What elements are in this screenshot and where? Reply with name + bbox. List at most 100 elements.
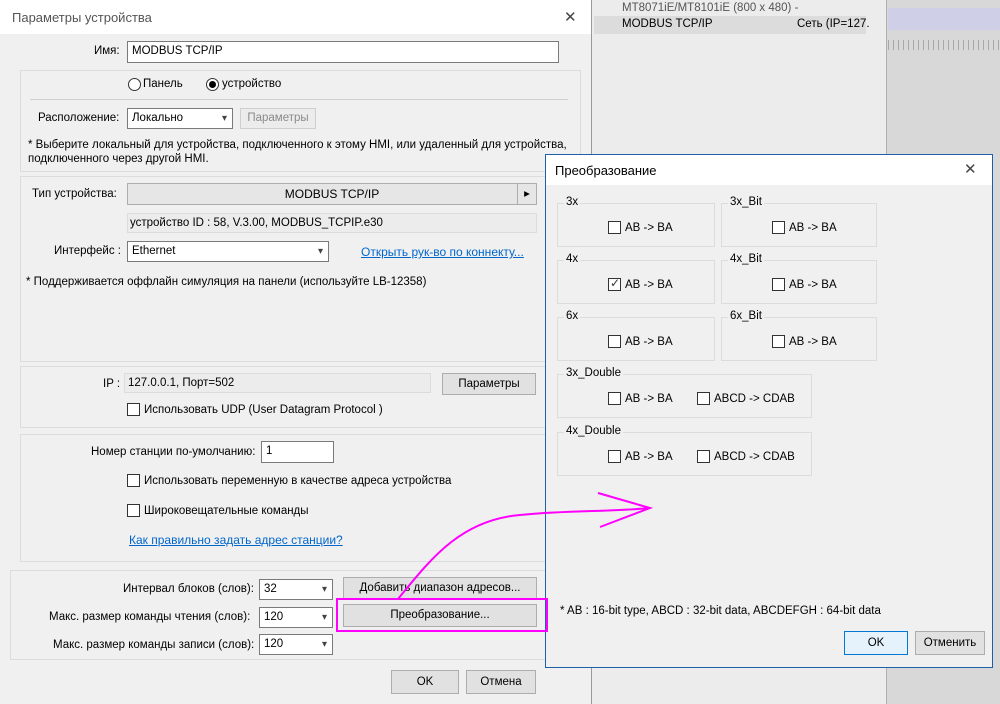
radio-device-label: устройство — [222, 78, 282, 90]
group-6x-title: 6x — [564, 310, 581, 322]
g3xd-abcd-cdab-label: ABCD -> CDAB — [714, 392, 795, 405]
location-label: Расположение: — [38, 112, 120, 124]
max-write-value: 120 — [264, 638, 284, 650]
group-3x-bit-title: 3x_Bit — [728, 196, 764, 208]
g3xd-abcd-cdab-row[interactable]: ABCD -> CDAB — [697, 392, 795, 405]
group-6x: 6x AB -> BA — [557, 310, 715, 361]
g3xd-ab-ba-checkbox[interactable] — [608, 392, 621, 405]
chevron-down-icon: ▾ — [321, 639, 327, 650]
cancel-button[interactable]: Отмена — [466, 670, 536, 694]
use-var-checkbox[interactable] — [127, 474, 140, 487]
g3x-ab-ba-label: AB -> BA — [625, 221, 673, 234]
interface-label: Интерфейс : — [54, 245, 121, 257]
udp-checkbox-row[interactable]: Использовать UDP (User Datagram Protocol… — [127, 403, 383, 416]
g4xd-abcd-cdab-row[interactable]: ABCD -> CDAB — [697, 450, 795, 463]
station-label: Номер станции по-умолчанию: — [91, 446, 256, 458]
g6x-ab-ba-row[interactable]: AB -> BA — [608, 335, 673, 348]
play-icon: ▸ — [517, 184, 536, 204]
group-6x-bit-title: 6x_Bit — [728, 310, 764, 322]
ip-params-button[interactable]: Параметры — [442, 373, 536, 395]
g4xd-ab-ba-row[interactable]: AB -> BA — [608, 450, 673, 463]
group-4x-double-title: 4x_Double — [564, 425, 623, 437]
group-3x-bit: 3x_Bit AB -> BA — [721, 196, 877, 247]
connector-manual-link[interactable]: Открыть рук-во по коннекту... — [361, 245, 524, 259]
g6x-ab-ba-checkbox[interactable] — [608, 335, 621, 348]
block-interval-select[interactable]: 32 ▾ — [259, 579, 333, 600]
name-input[interactable]: MODBUS TCP/IP — [127, 41, 559, 63]
g6xbit-ab-ba-checkbox[interactable] — [772, 335, 785, 348]
device-type-label: Тип устройства: — [32, 188, 117, 200]
device-type-value: MODBUS TCP/IP — [284, 187, 380, 201]
add-range-button[interactable]: Добавить диапазон адресов... — [343, 577, 537, 600]
g4x-ab-ba-checkbox[interactable]: ✓ — [608, 276, 621, 291]
interface-value: Ethernet — [132, 245, 176, 257]
broadcast-label: Широковещательные команды — [144, 504, 309, 517]
g3xd-ab-ba-row[interactable]: AB -> BA — [608, 392, 673, 405]
g3x-ab-ba-row[interactable]: AB -> BA — [608, 221, 673, 234]
device-info: устройство ID : 58, V.3.00, MODBUS_TCPIP… — [127, 213, 537, 233]
conversion-ok-button[interactable]: OK — [844, 631, 908, 655]
g4xbit-ab-ba-row[interactable]: AB -> BA — [772, 278, 837, 291]
g4x-ab-ba-row[interactable]: ✓ AB -> BA — [608, 276, 673, 291]
chevron-down-icon: ▾ — [321, 584, 327, 595]
group-4x-double: 4x_Double AB -> BA ABCD -> CDAB — [557, 425, 812, 476]
conversion-note: * AB : 16-bit type, ABCD : 32-bit data, … — [560, 605, 881, 617]
g4x-ab-ba-label: AB -> BA — [625, 278, 673, 291]
bg-ruler — [888, 40, 1000, 50]
g3xbit-ab-ba-checkbox[interactable] — [772, 221, 785, 234]
g3xbit-ab-ba-row[interactable]: AB -> BA — [772, 221, 837, 234]
group-3x-double-title: 3x_Double — [564, 367, 623, 379]
radio-device[interactable] — [206, 78, 219, 91]
udp-checkbox[interactable] — [127, 403, 140, 416]
chevron-down-icon: ▾ — [321, 612, 327, 623]
g4xd-ab-ba-label: AB -> BA — [625, 450, 673, 463]
group-4x: 4x ✓ AB -> BA — [557, 253, 715, 304]
bg-list-line1: MT8071iE/MT8101iE (800 x 480) - — [622, 2, 799, 14]
station-help-link[interactable]: Как правильно задать адрес станции? — [129, 533, 343, 547]
bg-row-name: MODBUS TCP/IP — [622, 18, 713, 30]
station-input[interactable]: 1 — [261, 441, 334, 463]
max-read-select[interactable]: 120 ▾ — [259, 607, 333, 628]
group-4x-title: 4x — [564, 253, 581, 265]
g4xbit-ab-ba-checkbox[interactable] — [772, 278, 785, 291]
chevron-down-icon: ▾ — [221, 113, 227, 124]
g4xd-abcd-cdab-label: ABCD -> CDAB — [714, 450, 795, 463]
g6xbit-ab-ba-row[interactable]: AB -> BA — [772, 335, 837, 348]
conversion-cancel-button[interactable]: Отменить — [915, 631, 985, 655]
location-params-button[interactable]: Параметры — [240, 108, 316, 129]
max-write-label: Макс. размер команды записи (слов): — [53, 639, 255, 651]
group-3x-double: 3x_Double AB -> BA ABCD -> CDAB — [557, 367, 812, 418]
g3x-ab-ba-checkbox[interactable] — [608, 221, 621, 234]
ok-button[interactable]: OK — [391, 670, 459, 694]
location-select[interactable]: Локально ▾ — [127, 108, 233, 129]
max-write-select[interactable]: 120 ▾ — [259, 634, 333, 655]
group-4x-bit: 4x_Bit AB -> BA — [721, 253, 877, 304]
g4xd-ab-ba-checkbox[interactable] — [608, 450, 621, 463]
g4xbit-ab-ba-label: AB -> BA — [789, 278, 837, 291]
radio-panel[interactable] — [128, 78, 141, 91]
interface-select[interactable]: Ethernet ▾ — [127, 241, 329, 262]
broadcast-checkbox-row[interactable]: Широковещательные команды — [127, 504, 309, 517]
g3xbit-ab-ba-label: AB -> BA — [789, 221, 837, 234]
divider — [30, 99, 568, 100]
g3xd-ab-ba-label: AB -> BA — [625, 392, 673, 405]
dialog-title: Параметры устройства — [12, 10, 152, 25]
highlight-box — [336, 598, 548, 632]
g3xd-abcd-cdab-checkbox[interactable] — [697, 392, 710, 405]
device-type-button[interactable]: MODBUS TCP/IP ▸ — [127, 183, 537, 205]
udp-label: Использовать UDP (User Datagram Protocol… — [144, 403, 383, 416]
max-read-label: Макс. размер команды чтения (слов): — [49, 611, 251, 623]
use-var-checkbox-row[interactable]: Использовать переменную в качестве адрес… — [127, 474, 451, 487]
close-icon[interactable]: ✕ — [964, 160, 977, 178]
chevron-down-icon: ▾ — [317, 246, 323, 257]
broadcast-checkbox[interactable] — [127, 504, 140, 517]
group-3x-title: 3x — [564, 196, 581, 208]
block-interval-label: Интервал блоков (слов): — [123, 583, 254, 595]
ip-label: IP : — [103, 378, 121, 390]
conversion-title: Преобразование — [555, 163, 657, 178]
close-icon[interactable]: ✕ — [564, 8, 577, 26]
radio-panel-label: Панель — [143, 78, 183, 90]
g4xd-abcd-cdab-checkbox[interactable] — [697, 450, 710, 463]
checkmark-icon: ✓ — [610, 276, 621, 290]
group-3x: 3x AB -> BA — [557, 196, 715, 247]
